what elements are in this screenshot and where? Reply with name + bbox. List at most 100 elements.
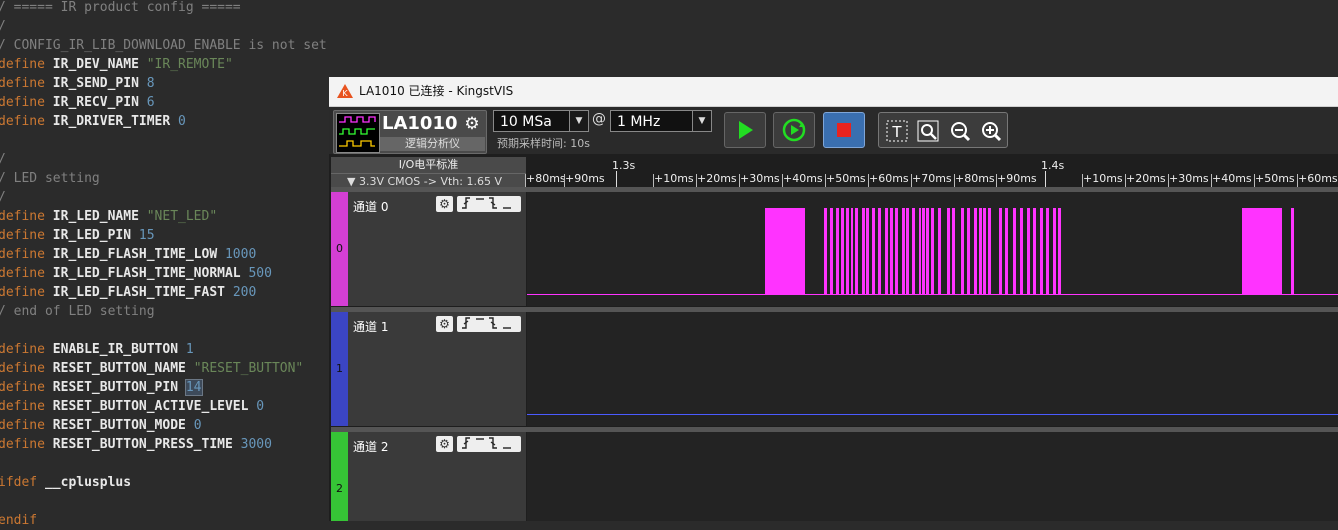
code-line[interactable]: define IR_LED_NAME "NET_LED": [0, 207, 217, 226]
loop-start-button[interactable]: [773, 112, 815, 148]
code-token: define: [0, 114, 53, 129]
channel-waveform[interactable]: [527, 432, 1338, 521]
zoom-in-icon[interactable]: [980, 120, 1002, 142]
code-line[interactable]: define ENABLE_IR_BUTTON 1: [0, 340, 194, 359]
stop-icon: [837, 123, 851, 137]
device-type-label: 逻辑分析仪: [380, 137, 485, 151]
text-tool-icon[interactable]: T: [886, 120, 908, 142]
code-token: "RESET_BUTTON": [193, 361, 304, 376]
waveform-pulse: [961, 208, 964, 295]
code-line[interactable]: ifdef __cplusplus: [0, 473, 131, 492]
ruler-tick-label: +40ms: [1212, 172, 1252, 185]
kingstvis-window: K LA1010 已连接 - KingstVIS LA1010 ⚙ 逻辑分析仪 …: [329, 77, 1338, 521]
code-line[interactable]: define RESET_BUTTON_MODE 0: [0, 416, 202, 435]
channel-waveform[interactable]: [527, 192, 1338, 306]
waveform-pulse: [1053, 208, 1056, 295]
code-line[interactable]: define RESET_BUTTON_PRESS_TIME 3000: [0, 435, 272, 454]
time-ruler[interactable]: +80ms +90ms +10ms +20ms +30ms +40ms +50ms +60ms…: [525, 157, 1338, 191]
code-line[interactable]: define IR_DEV_NAME "IR_REMOTE": [0, 55, 233, 74]
start-button[interactable]: [724, 112, 766, 148]
ruler-tick-label: +50ms: [826, 172, 866, 185]
device-name: LA1010: [382, 113, 458, 134]
io-standard-panel[interactable]: I/O电平标准 ▼ 3.3V CMOS -> Vth: 1.65 V: [331, 157, 526, 191]
waveform-pulse: [1242, 208, 1282, 295]
ruler-tick-label: +20ms: [697, 172, 737, 185]
sample-depth-select[interactable]: 10 MSa ▼: [493, 110, 589, 132]
code-token: IR_SEND_PIN: [52, 76, 147, 91]
code-token: /: [0, 152, 6, 167]
channel-settings-gear-icon[interactable]: ⚙: [436, 196, 453, 212]
waveform-pulse: [1020, 208, 1023, 295]
device-panel[interactable]: LA1010 ⚙ 逻辑分析仪: [333, 110, 487, 154]
code-line[interactable]: /: [0, 17, 6, 36]
code-token: IR_RECV_PIN: [52, 95, 147, 110]
channel-settings-gear-icon[interactable]: ⚙: [436, 316, 453, 332]
code-token: IR_LED_FLASH_TIME_NORMAL: [52, 266, 249, 281]
waveform-pulse: [1027, 208, 1030, 295]
trigger-mode-icon[interactable]: [457, 196, 521, 212]
code-token: / LED setting: [0, 171, 100, 186]
code-line[interactable]: define IR_DRIVER_TIMER 0: [0, 112, 186, 131]
code-token: 3000: [240, 437, 272, 452]
code-token: define: [0, 228, 53, 243]
code-token: RESET_BUTTON_NAME: [52, 361, 194, 376]
waveform-pulse: [902, 208, 905, 295]
sample-rate-select[interactable]: 1 MHz ▼: [610, 110, 712, 132]
code-line[interactable]: / LED setting: [0, 169, 100, 188]
waveform-pulse: [836, 208, 839, 295]
channel-index: 2: [336, 482, 343, 495]
code-line[interactable]: / CONFIG_IR_LIB_DOWNLOAD_ENABLE is not s…: [0, 36, 327, 55]
ruler-tick-label: +70ms: [912, 172, 952, 185]
code-token: IR_DRIVER_TIMER: [52, 114, 179, 129]
channel-settings-gear-icon[interactable]: ⚙: [436, 436, 453, 452]
code-line[interactable]: define RESET_BUTTON_ACTIVE_LEVEL 0: [0, 397, 264, 416]
channel-color-strip[interactable]: 2: [331, 432, 348, 521]
code-token: define: [0, 57, 53, 72]
channel-name[interactable]: 通道 1: [353, 318, 388, 335]
code-line[interactable]: define IR_RECV_PIN 6: [0, 93, 155, 112]
code-token: __cplusplus: [44, 475, 132, 490]
code-line[interactable]: /: [0, 188, 6, 207]
zoom-area-icon[interactable]: [917, 120, 939, 142]
code-line[interactable]: define IR_LED_FLASH_TIME_LOW 1000: [0, 245, 256, 264]
waveform-pulse: [1058, 208, 1061, 295]
waveform-pulse: [878, 208, 881, 295]
waveform-pulse: [979, 208, 982, 295]
code-token: define: [0, 380, 53, 395]
ruler-tick-label: +20ms: [1126, 172, 1166, 185]
channel-name[interactable]: 通道 0: [353, 198, 388, 215]
channel-panel: 通道 2 ⚙: [348, 432, 526, 521]
code-token: define: [0, 247, 53, 262]
ruler-major-label: 1.3s: [612, 159, 636, 172]
code-token: define: [0, 285, 53, 300]
code-line[interactable]: define RESET_BUTTON_PIN 14: [0, 378, 203, 397]
title-bar[interactable]: K LA1010 已连接 - KingstVIS: [329, 77, 1338, 107]
code-line[interactable]: / ===== IR product config =====: [0, 0, 241, 17]
code-line[interactable]: define IR_LED_PIN 15: [0, 226, 155, 245]
code-line[interactable]: define IR_LED_FLASH_TIME_NORMAL 500: [0, 264, 272, 283]
code-line[interactable]: define IR_SEND_PIN 8: [0, 74, 155, 93]
code-line[interactable]: / end of LED setting: [0, 302, 155, 321]
channel-color-strip[interactable]: 1: [331, 312, 348, 426]
chevron-down-icon[interactable]: ▼: [569, 111, 588, 131]
channel-color-strip[interactable]: 0: [331, 192, 348, 306]
code-token: define: [0, 76, 53, 91]
code-token: RESET_BUTTON_PRESS_TIME: [52, 437, 241, 452]
code-line[interactable]: define RESET_BUTTON_NAME "RESET_BUTTON": [0, 359, 303, 378]
trigger-mode-icon[interactable]: [457, 436, 521, 452]
ruler-tick-label: +80ms: [526, 172, 566, 185]
channel-name[interactable]: 通道 2: [353, 438, 388, 455]
trigger-mode-icon[interactable]: [457, 316, 521, 332]
code-line[interactable]: define IR_LED_FLASH_TIME_FAST 200: [0, 283, 256, 302]
channel-waveform[interactable]: [527, 312, 1338, 426]
waveform-pulse: [1046, 208, 1049, 295]
zoom-out-icon[interactable]: [949, 120, 971, 142]
code-token: IR_LED_PIN: [52, 228, 139, 243]
stop-button[interactable]: [823, 112, 865, 148]
code-line[interactable]: /: [0, 150, 6, 169]
waveform-pulse: [1005, 208, 1008, 295]
chevron-down-icon[interactable]: ▼: [692, 111, 711, 131]
code-token: 500: [248, 266, 272, 281]
device-settings-gear-icon[interactable]: ⚙: [462, 114, 482, 134]
code-token: IR_LED_FLASH_TIME_FAST: [52, 285, 233, 300]
